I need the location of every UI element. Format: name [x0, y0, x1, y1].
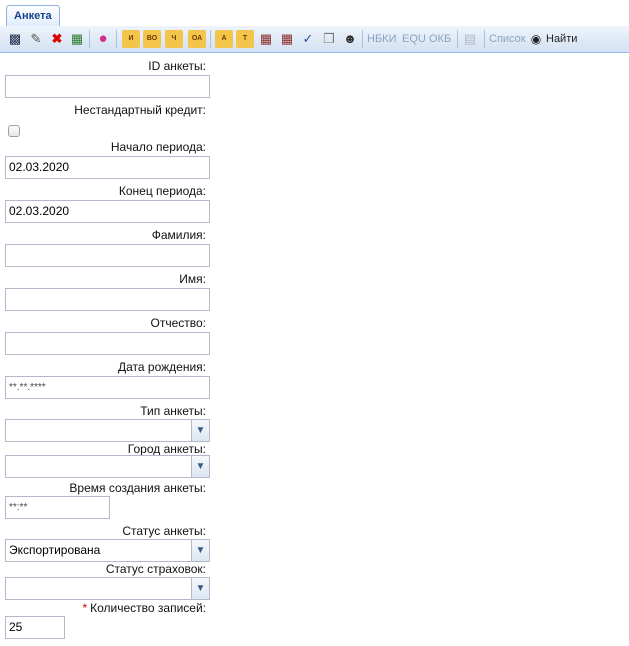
birth-date-input[interactable]: **.**.**** — [5, 376, 210, 399]
toolbar-separator — [116, 30, 117, 48]
toolbar-separator — [457, 30, 458, 48]
chevron-down-icon[interactable]: ▼ — [191, 420, 209, 441]
birth-date-label: Дата рождения: — [118, 360, 206, 374]
questionnaire-city-label: Город анкеты: — [127, 442, 206, 456]
id-input[interactable] — [5, 75, 210, 98]
folder-a-icon[interactable]: А — [215, 30, 233, 48]
id-label: ID анкеты: — [148, 59, 206, 73]
tab-anketa[interactable]: Анкета — [6, 5, 60, 27]
toolbar-separator — [484, 30, 485, 48]
required-marker: * — [82, 601, 88, 615]
records-count-input[interactable]: 25 — [5, 616, 65, 639]
folder-i-icon[interactable]: И — [122, 30, 140, 48]
nonstandard-credit-label: Нестандартный кредит: — [74, 103, 206, 117]
check-document-icon[interactable]: ✓ — [299, 30, 317, 48]
chevron-down-icon[interactable]: ▼ — [191, 540, 209, 561]
period-start-label: Начало периода: — [110, 140, 206, 154]
folder-t-icon[interactable]: Т — [236, 30, 254, 48]
insurance-status-label: Статус страховок: — [105, 562, 206, 576]
calendar-alt-icon[interactable]: ▦ — [278, 30, 296, 48]
binoculars-icon[interactable]: ◉ — [528, 30, 544, 48]
creation-time-input[interactable]: **:** — [5, 496, 110, 519]
calendar-icon[interactable]: ▦ — [257, 30, 275, 48]
document-icon[interactable]: ▤ — [461, 30, 479, 48]
chevron-down-icon[interactable]: ▼ — [191, 578, 209, 599]
toolbar: ▩ ✎ ✖ ▦ ● И ВО Ч ОА А Т ▦ ▦ ✓ ❐ ☻ НБКИ E… — [0, 26, 629, 53]
creation-time-label: Время создания анкеты: — [69, 481, 206, 495]
last-name-input[interactable] — [5, 244, 210, 267]
period-end-label: Конец периода: — [118, 184, 206, 198]
questionnaire-city-select[interactable]: ▼ — [5, 455, 210, 478]
first-name-input[interactable] — [5, 288, 210, 311]
first-name-label: Имя: — [179, 272, 206, 286]
folder-oa-icon[interactable]: ОА — [188, 30, 206, 48]
questionnaire-type-select[interactable]: ▼ — [5, 419, 210, 442]
last-name-label: Фамилия: — [151, 228, 206, 242]
list-button[interactable]: Список — [489, 32, 526, 46]
folder-vo-icon[interactable]: ВО — [143, 30, 161, 48]
folder-ch-icon[interactable]: Ч — [165, 30, 183, 48]
records-count-label: * Количество записей: — [82, 601, 206, 615]
export-excel-icon[interactable]: ▦ — [68, 30, 86, 48]
nbki-button[interactable]: НБКИ — [367, 32, 396, 46]
user-icon[interactable]: ☻ — [341, 30, 359, 48]
okb-button[interactable]: ОКБ — [429, 32, 451, 46]
delete-icon[interactable]: ✖ — [48, 30, 66, 48]
color-ball-icon[interactable]: ● — [94, 30, 112, 48]
records-count-label-text: Количество записей: — [90, 601, 206, 615]
insurance-status-select[interactable]: ▼ — [5, 577, 210, 600]
tab-strip: Анкета — [0, 0, 629, 27]
questionnaire-type-label: Тип анкеты: — [140, 404, 206, 418]
edit-icon[interactable]: ✎ — [27, 30, 45, 48]
chevron-down-icon[interactable]: ▼ — [191, 456, 209, 477]
toolbar-separator — [210, 30, 211, 48]
questionnaire-status-value: Экспортирована — [9, 543, 101, 557]
middle-name-input[interactable] — [5, 332, 210, 355]
copy-document-icon[interactable]: ❐ — [320, 30, 338, 48]
middle-name-label: Отчество: — [150, 316, 207, 330]
nonstandard-credit-checkbox[interactable] — [8, 125, 20, 137]
save-icon[interactable]: ▩ — [6, 30, 24, 48]
toolbar-separator — [89, 30, 90, 48]
app-window: Анкета ▩ ✎ ✖ ▦ ● И ВО Ч ОА А Т ▦ ▦ ✓ ❐ ☻… — [0, 0, 629, 646]
questionnaire-status-label: Статус анкеты: — [122, 524, 206, 538]
toolbar-separator — [362, 30, 363, 48]
period-end-input[interactable]: 02.03.2020 — [5, 200, 210, 223]
period-start-input[interactable]: 02.03.2020 — [5, 156, 210, 179]
equ-button[interactable]: EQU — [402, 32, 426, 46]
find-button[interactable]: Найти — [546, 32, 577, 46]
questionnaire-status-select[interactable]: Экспортирована ▼ — [5, 539, 210, 562]
